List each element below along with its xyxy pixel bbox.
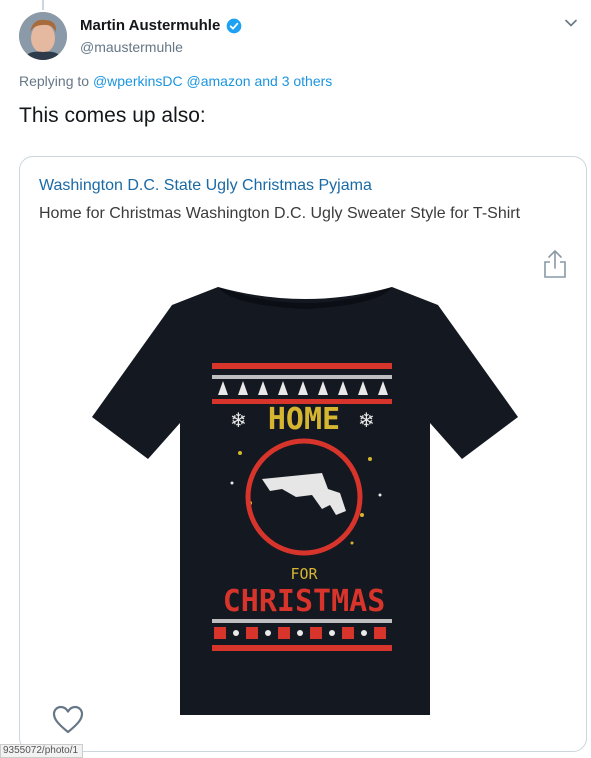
shirt-text-home: HOME [268, 402, 340, 437]
shirt-text-christmas: CHRISTMAS [223, 584, 386, 619]
heart-icon[interactable] [52, 705, 84, 735]
replying-prefix: Replying to [19, 73, 90, 89]
verified-badge-icon [226, 18, 242, 33]
svg-text:❄: ❄ [230, 408, 247, 432]
avatar[interactable] [19, 12, 67, 60]
link-card[interactable]: Washington D.C. State Ugly Christmas Pyj… [19, 156, 587, 752]
reply-and[interactable]: and [254, 73, 277, 89]
mention-others[interactable]: 3 others [282, 73, 333, 89]
mention-wperkinsdc[interactable]: @wperkinsDC [93, 73, 183, 89]
svg-text:❄: ❄ [358, 408, 375, 432]
author-name[interactable]: Martin Austermuhle [80, 17, 220, 34]
author-row: Martin Austermuhle [80, 17, 242, 34]
card-title[interactable]: Washington D.C. State Ugly Christmas Pyj… [39, 177, 372, 195]
card-description: Home for Christmas Washington D.C. Ugly … [39, 205, 521, 222]
avatar-image [19, 12, 67, 60]
tweet-text: This comes up also: [19, 104, 206, 127]
author-handle[interactable]: @maustermuhle [80, 39, 183, 55]
chevron-down-icon[interactable] [563, 15, 579, 31]
shirt-text-for: FOR [290, 565, 318, 583]
product-image: ❄ ❄ HOME FOR CHRISTMAS [92, 287, 518, 715]
replying-to: Replying to @wperkinsDC @amazon and 3 ot… [19, 73, 332, 89]
mention-amazon[interactable]: @amazon [187, 73, 251, 89]
thread-line [42, 0, 44, 10]
share-icon[interactable] [543, 249, 567, 279]
